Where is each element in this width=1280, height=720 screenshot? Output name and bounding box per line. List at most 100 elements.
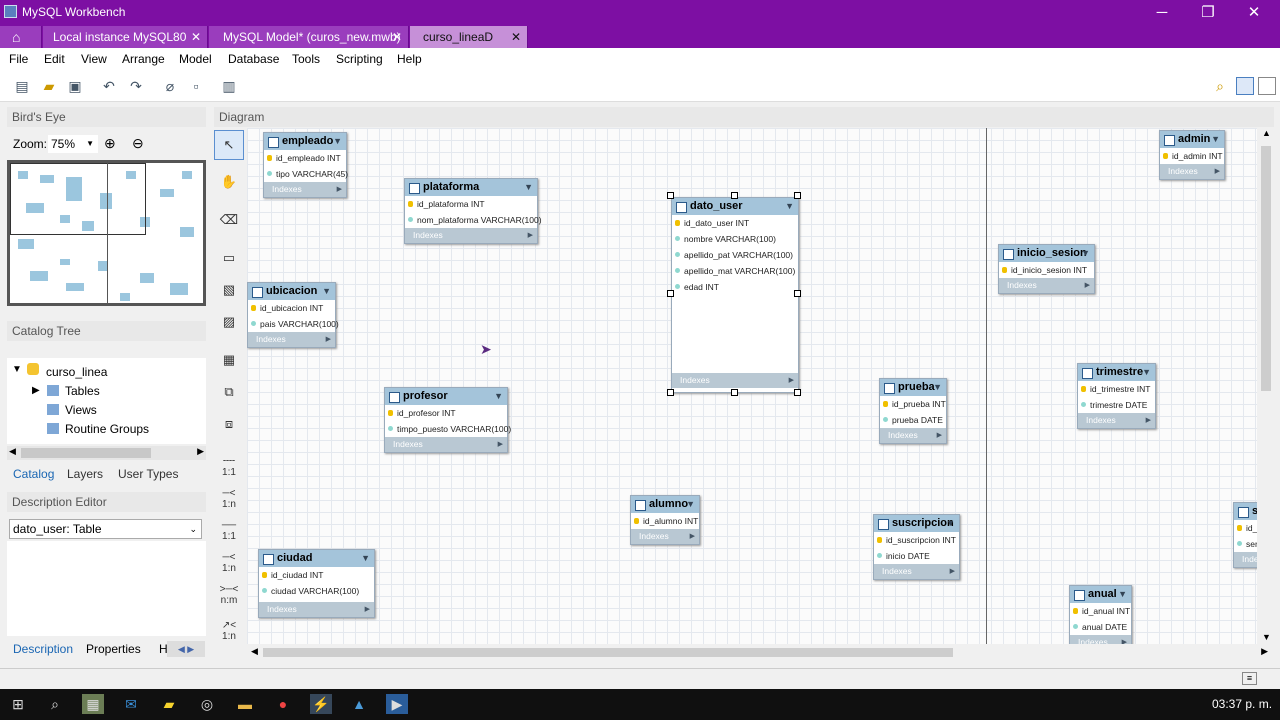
layer-icon[interactable]: ▭	[214, 244, 244, 274]
close-tab-icon[interactable]: ✕	[392, 26, 402, 48]
relation-1-n-icon[interactable]: ─< 1:n	[214, 488, 244, 510]
page-boundary	[986, 128, 987, 644]
search-icon[interactable]: ⌕	[1211, 77, 1229, 95]
description-textarea[interactable]	[7, 541, 206, 636]
app3-icon[interactable]: ▶	[386, 694, 408, 714]
zoom-in-icon[interactable]: ⊕	[104, 135, 116, 152]
undo-icon[interactable]: ↶	[100, 77, 118, 95]
menu-tools[interactable]: Tools	[292, 52, 320, 66]
menu-edit[interactable]: Edit	[44, 52, 65, 66]
mouse-cursor: ➤	[480, 341, 492, 357]
mail-icon[interactable]: ✉	[120, 694, 142, 714]
note-icon[interactable]: ▧	[214, 276, 244, 306]
tab-properties[interactable]: Properties	[86, 642, 141, 656]
tree-item-tables[interactable]: Tables	[65, 384, 100, 398]
close-window-button[interactable]: ✕	[1231, 2, 1277, 24]
schema-name[interactable]: curso_linea	[46, 365, 107, 379]
hand-icon[interactable]: ✋	[214, 168, 244, 198]
menu-file[interactable]: File	[9, 52, 28, 66]
window-title: MySQL Workbench	[22, 5, 126, 19]
entity-dato-user[interactable]: dato_user ▼ id_dato_user INT nombre VARCH…	[671, 197, 799, 393]
viewport-rect[interactable]	[10, 163, 146, 235]
menu-help[interactable]: Help	[397, 52, 422, 66]
redo-icon[interactable]: ↷	[127, 77, 145, 95]
relation-existing-icon[interactable]: ↗< 1:n	[214, 620, 244, 642]
eraser-icon[interactable]: ⌫	[214, 206, 244, 236]
output-toggle-icon[interactable]: ≡	[1242, 672, 1257, 685]
tab-layers[interactable]: Layers	[67, 467, 103, 481]
relation-1-n-id-icon[interactable]: ─< 1:n	[214, 552, 244, 574]
maximize-button[interactable]: ❐	[1185, 2, 1231, 24]
tab-local-instance[interactable]: Local instance MySQL80 ✕	[43, 26, 208, 48]
save-icon[interactable]: ▣	[66, 77, 84, 95]
canvas-vscroll[interactable]: ▲ ▼	[1258, 128, 1274, 644]
relation-1-1-id-icon[interactable]: ── 1:1	[214, 520, 244, 542]
menu-arrange[interactable]: Arrange	[122, 52, 165, 66]
tab-model[interactable]: MySQL Model* (curos_new.mwb) ✕	[209, 26, 409, 48]
menu-view[interactable]: View	[81, 52, 107, 66]
image-icon[interactable]: ▨	[214, 308, 244, 338]
tab-description[interactable]: Description	[13, 642, 73, 656]
pointer-icon[interactable]: ↖	[214, 130, 244, 160]
minimize-button[interactable]: ─	[1139, 2, 1185, 24]
catalog-tree: ▼ curso_linea ▶ Tables Views Routine Gro…	[7, 358, 206, 444]
relation-n-m-icon[interactable]: >─< n:m	[214, 584, 244, 606]
new-file-icon[interactable]: ▤	[13, 77, 31, 95]
menu-database[interactable]: Database	[228, 52, 279, 66]
tab-user-types[interactable]: User Types	[118, 467, 178, 481]
tree-item-views[interactable]: Views	[65, 403, 97, 417]
table-icon[interactable]: ▦	[214, 346, 244, 376]
notes-icon[interactable]: ▰	[158, 694, 180, 714]
entity-empleado[interactable]: empleado ▼ id_empleado INT tipo VARCHAR(4…	[263, 132, 348, 198]
entity-partial[interactable]: s id_ ser Inde	[1233, 502, 1257, 568]
tab-bar: ⌂ Local instance MySQL80 ✕ MySQL Model* (…	[0, 25, 1280, 48]
entity-suscripcion[interactable]: suscripcion ▼ id_suscripcion INT inicio D…	[873, 514, 960, 580]
description-object-select[interactable]: dato_user: Table ⌄	[9, 519, 202, 539]
entity-prueba[interactable]: prueba ▼ id_prueba INT prueba DATE Indexe…	[879, 378, 947, 444]
catalog-hscroll[interactable]: ◀ ▶	[7, 446, 206, 460]
toggle-secondary-sidebar-icon[interactable]	[1258, 77, 1276, 95]
page-icon[interactable]: ▥	[220, 77, 238, 95]
tab-catalog[interactable]: Catalog	[13, 467, 54, 481]
entity-alumno[interactable]: alumno ▼ id_alumno INT Indexes	[630, 495, 700, 545]
entity-profesor[interactable]: profesor ▼ id_profesor INT timpo_puesto V…	[384, 387, 511, 453]
zoom-select[interactable]: 75% ▼	[48, 135, 98, 153]
zoom-out-icon[interactable]: ⊖	[132, 135, 144, 152]
canvas-hscroll[interactable]: ◀ ▶	[247, 645, 1274, 660]
open-file-icon[interactable]: ▰	[40, 77, 58, 95]
menu-model[interactable]: Model	[179, 52, 212, 66]
close-tab-icon[interactable]: ✕	[511, 26, 521, 48]
view-icon[interactable]: ⧉	[214, 378, 244, 408]
birdseye-minimap[interactable]	[7, 160, 206, 306]
routine-group-icon[interactable]: ⧈	[214, 410, 244, 440]
close-tab-icon[interactable]: ✕	[191, 26, 201, 48]
toggle-sidebar-icon[interactable]	[1236, 77, 1254, 95]
relation-1-1-icon[interactable]: ╌╌ 1:1	[214, 456, 244, 478]
diagram-canvas[interactable]: empleado ▼ id_empleado INT tipo VARCHAR(4…	[247, 128, 1257, 644]
windows-start-icon[interactable]: ⊞	[7, 694, 29, 714]
entity-ciudad[interactable]: ciudad ▼ id_ciudad INT ciudad VARCHAR(100…	[258, 549, 375, 618]
entity-inicio-sesion[interactable]: inicio_sesion ▼ id_inicio_sesion INT Inde…	[998, 244, 1095, 294]
expand-icon[interactable]: ▶	[32, 385, 40, 396]
search-taskbar-icon[interactable]: ⌕	[44, 694, 66, 714]
entity-admin[interactable]: admin ▼ id_admin INT Indexes	[1159, 130, 1225, 180]
home-icon[interactable]: ⌂	[0, 26, 42, 48]
app2-icon[interactable]: ◎	[196, 694, 218, 714]
entity-plataforma[interactable]: plataforma ▼ id_plataforma INT nom_plataf…	[404, 178, 542, 244]
tree-item-routine-groups[interactable]: Routine Groups	[65, 422, 149, 436]
toggle-grid-icon[interactable]: ⌀	[161, 77, 179, 95]
entity-trimestre[interactable]: trimestre ▼ id_trimestre INT trimestre DA…	[1077, 363, 1156, 429]
chrome-icon[interactable]: ●	[272, 694, 294, 714]
expand-icon[interactable]: ▼	[12, 364, 22, 375]
tab-scroll-arrows[interactable]: ◀ ▶	[167, 641, 205, 657]
photos-icon[interactable]: ▲	[348, 694, 370, 714]
app1-icon[interactable]: ▦	[82, 694, 104, 714]
menu-scripting[interactable]: Scripting	[336, 52, 383, 66]
align-grid-icon[interactable]: ▫	[187, 77, 205, 95]
workbench-taskbar-icon[interactable]: ⚡	[310, 694, 332, 714]
entity-ubicacion[interactable]: ubicacion ▼ id_ubicacion INT pais VARCHAR…	[247, 282, 339, 348]
explorer-icon[interactable]: ▬	[234, 694, 256, 714]
entity-anual[interactable]: anual ▼ id_anual INT anual DATE Indexes	[1069, 585, 1132, 644]
tab-diagram[interactable]: curso_lineaD ✕	[410, 26, 528, 48]
description-header: Description Editor	[7, 492, 206, 512]
